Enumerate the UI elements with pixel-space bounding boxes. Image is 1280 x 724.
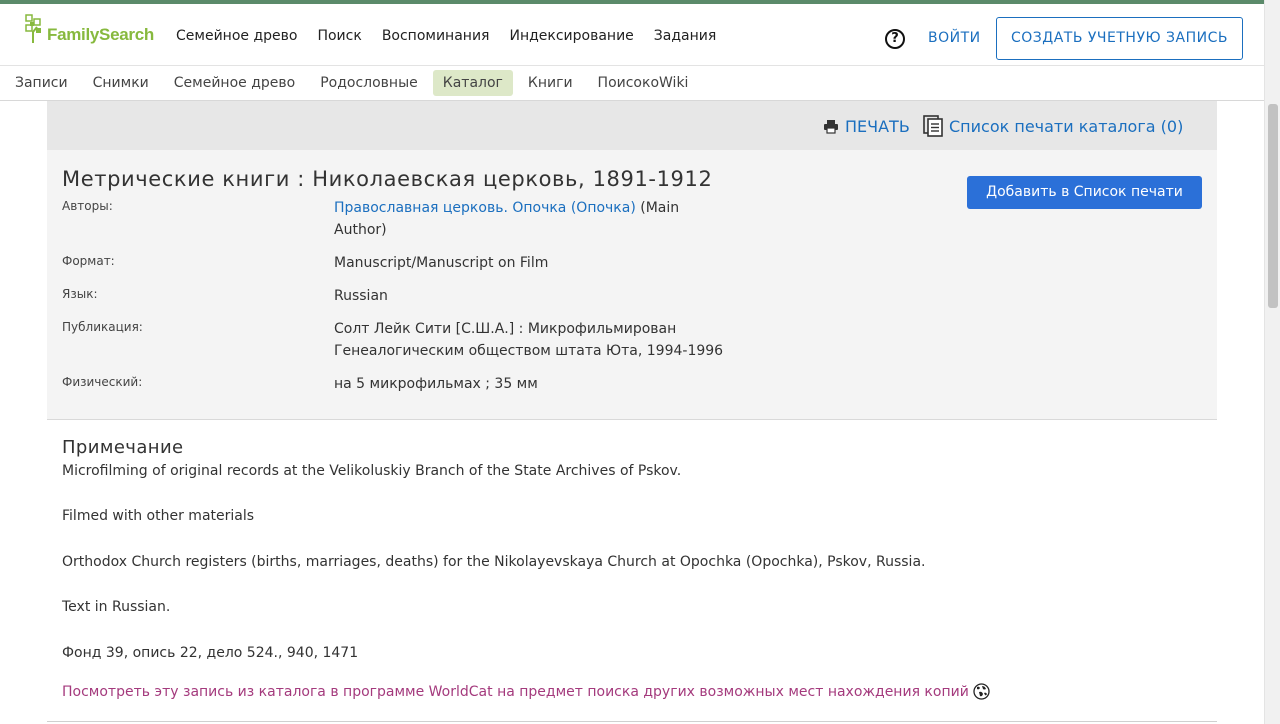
familysearch-logo[interactable]: FamilySearch	[24, 13, 158, 49]
authors-value: Православная церковь. Опочка (Опочка) (M…	[334, 197, 694, 241]
print-toolbar: ПЕЧАТЬ Список печати каталога (0)	[47, 101, 1217, 150]
subnav-records[interactable]: Записи	[5, 70, 78, 96]
scrollbar-thumb[interactable]	[1268, 104, 1278, 308]
globe-icon	[973, 683, 990, 700]
print-label: ПЕЧАТЬ	[845, 117, 910, 136]
publication-line1: Солт Лейк Сити [С.Ш.А.] : Микрофильмиров…	[334, 321, 677, 337]
author-role-cont: Author)	[334, 222, 387, 238]
subnav-wiki[interactable]: ПоисокоWiki	[588, 70, 699, 96]
physical-label: Физический:	[62, 375, 143, 389]
nav-family-tree[interactable]: Семейное древо	[176, 28, 297, 44]
publication-line2: Генеалогическим обществом штата Юта, 199…	[334, 343, 724, 359]
subnav-family-tree[interactable]: Семейное древо	[164, 70, 305, 96]
physical-value: на 5 микрофильмах ; 35 мм	[334, 376, 538, 392]
worldcat-link-text: Посмотреть эту запись из каталога в прог…	[62, 683, 969, 700]
note-line: Orthodox Church registers (births, marri…	[62, 554, 926, 570]
format-label: Формат:	[62, 254, 115, 268]
printer-icon	[824, 120, 838, 134]
notes-heading: Примечание	[62, 437, 184, 458]
nav-indexing[interactable]: Индексирование	[509, 28, 633, 44]
help-icon[interactable]: ?	[885, 29, 905, 49]
author-link[interactable]: Православная церковь. Опочка (Опочка)	[334, 200, 636, 216]
print-list-link[interactable]: Список печати каталога (0)	[923, 115, 1183, 137]
sub-navigation: Записи Снимки Семейное древо Родословные…	[0, 66, 1264, 101]
nav-activities[interactable]: Задания	[654, 28, 717, 44]
note-line: Text in Russian.	[62, 599, 171, 615]
language-label: Язык:	[62, 287, 98, 301]
top-navigation-bar: FamilySearch Семейное древо Поиск Воспом…	[0, 4, 1264, 66]
nav-search[interactable]: Поиск	[317, 28, 361, 44]
record-title: Метрические книги : Николаевская церковь…	[62, 167, 713, 191]
nav-memories[interactable]: Воспоминания	[382, 28, 490, 44]
publication-label: Публикация:	[62, 320, 143, 334]
vertical-scrollbar[interactable]	[1264, 0, 1280, 724]
note-line: Фонд 39, опись 22, дело 524., 940, 1471	[62, 645, 359, 661]
authors-label: Авторы:	[62, 199, 113, 213]
subnav-images[interactable]: Снимки	[83, 70, 159, 96]
print-list-label: Список печати каталога (0)	[949, 116, 1184, 136]
main-nav: Семейное древо Поиск Воспоминания Индекс…	[176, 28, 716, 44]
worldcat-link[interactable]: Посмотреть эту запись из каталога в прог…	[62, 683, 990, 700]
catalog-record: Метрические книги : Николаевская церковь…	[47, 150, 1217, 420]
print-link[interactable]: ПЕЧАТЬ	[823, 117, 910, 136]
login-link[interactable]: ВОЙТИ	[928, 30, 981, 46]
subnav-catalog[interactable]: Каталог	[432, 70, 513, 96]
publication-value: Солт Лейк Сити [С.Ш.А.] : Микрофильмиров…	[334, 318, 723, 362]
author-role: (Main	[635, 200, 680, 216]
bottom-divider	[47, 721, 1217, 722]
logo-wordmark: FamilySearch	[47, 25, 154, 44]
print-list-icon	[923, 115, 943, 137]
subnav-genealogies[interactable]: Родословные	[310, 70, 428, 96]
note-line: Filmed with other materials	[62, 508, 255, 524]
subnav-books[interactable]: Книги	[518, 70, 583, 96]
add-to-print-list-button[interactable]: Добавить в Список печати	[967, 176, 1202, 209]
language-value: Russian	[334, 288, 388, 304]
create-account-button[interactable]: СОЗДАТЬ УЧЕТНУЮ ЗАПИСЬ	[996, 17, 1243, 60]
format-value: Manuscript/Manuscript on Film	[334, 255, 549, 271]
note-line: Microfilming of original records at the …	[62, 463, 682, 479]
